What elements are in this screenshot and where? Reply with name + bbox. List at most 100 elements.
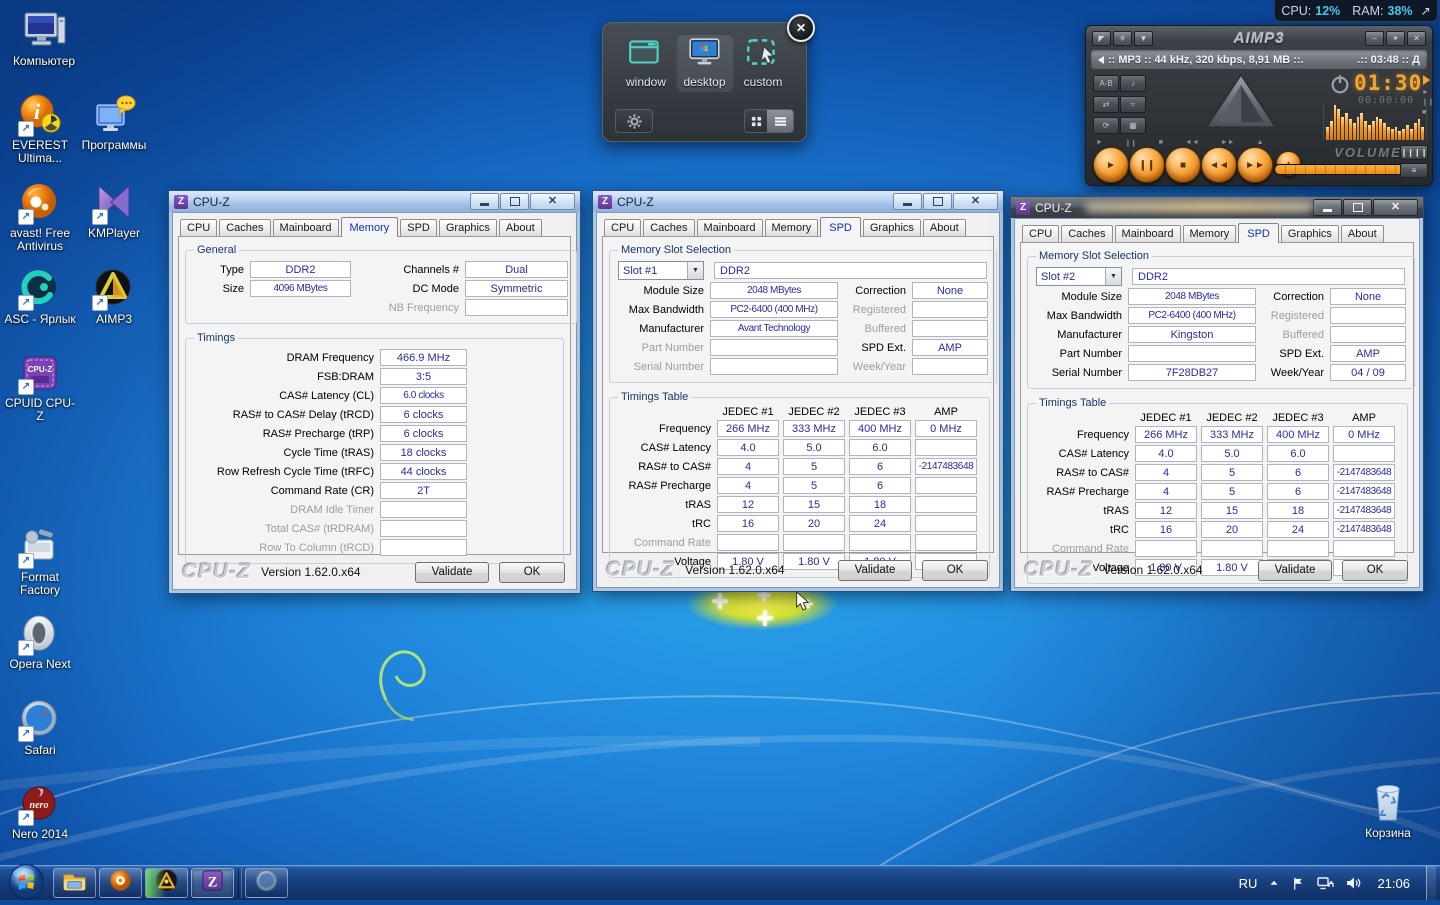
desktop-icon-avast[interactable]: ↗avast! Free Antivirus [4,180,76,253]
desktop-icon-safari[interactable]: ↗Safari [4,697,76,757]
desktop-icon-computer[interactable]: Компьютер [8,8,80,68]
next-button[interactable]: ►► [1237,147,1273,183]
show-desktop-button[interactable] [1426,866,1436,900]
action-center-icon[interactable] [1291,876,1306,891]
taskbar-button-explorer[interactable] [53,868,96,898]
tab-about[interactable]: About [499,219,542,236]
tab-caches[interactable]: Caches [219,219,270,236]
pause-button[interactable]: ❙❙ [1129,147,1165,183]
previous-button[interactable]: ◄◄ [1201,147,1237,183]
language-indicator[interactable]: RU [1239,876,1258,891]
capture-mode-window[interactable]: window [617,33,675,92]
clock[interactable]: 21:06 [1377,876,1410,891]
maximize-button[interactable] [1343,199,1372,216]
taskbar-button-aimp[interactable] [145,868,188,898]
close-button[interactable]: ✕ [953,193,998,210]
tab-caches[interactable]: Caches [1061,225,1112,242]
aimp-titlebar[interactable]: ◤✳▼ AIMP3 –✶✕ [1086,26,1432,48]
tab-memory[interactable]: Memory [341,217,399,237]
field-label: Part Number [618,342,710,354]
tab-spd[interactable]: SPD [820,217,861,237]
tab-cpu[interactable]: CPU [180,219,217,236]
cpu-ram-monitor[interactable]: CPU: 12% RAM: 38% ↗ [1274,0,1438,22]
aimp-playlist-button[interactable]: ≡ [1400,163,1428,178]
desktop-icon-asc[interactable]: ↗ASC - Ярлык [4,266,76,326]
desktop-icon-aimp3[interactable]: ↗AIMP3 [78,266,150,326]
capture-mode-custom[interactable]: custom [734,33,792,92]
maximize-button[interactable] [500,193,529,210]
tab-memory[interactable]: Memory [765,219,819,236]
timing-row: Total CAS# (tRDRAM) [194,520,555,537]
tab-spd[interactable]: SPD [1238,223,1279,243]
desktop-icon-opera-next[interactable]: ↗Opera Next [4,611,76,671]
slot-selector-dropdown[interactable]: Slot #2▼ [1036,267,1122,286]
aimp-mode-button-2[interactable]: ⇄ [1093,96,1119,113]
aimp-mode-button-0[interactable]: A-B [1093,75,1119,92]
tab-graphics[interactable]: Graphics [863,219,921,236]
ok-button[interactable]: OK [1342,560,1408,581]
chevron-down-icon[interactable]: ▼ [687,262,703,279]
minimize-button[interactable] [470,193,499,210]
stop-button[interactable]: ■ [1165,147,1201,183]
layout-toggle-button[interactable] [744,109,794,133]
aimp-mode-button-5[interactable]: ▦ [1120,117,1146,134]
taskbar-button-safari[interactable] [245,868,288,898]
aimp-settings-button[interactable]: ✳ [1113,31,1132,46]
taskbar-button-avast[interactable] [99,868,142,898]
tab-memory[interactable]: Memory [1183,225,1237,242]
ok-button[interactable]: OK [499,562,565,583]
tab-mainboard[interactable]: Mainboard [1115,225,1181,242]
aimp-ontop-button[interactable]: ✶ [1386,31,1405,46]
tab-caches[interactable]: Caches [643,219,694,236]
power-icon[interactable] [1329,73,1351,95]
expand-arrow-icon[interactable]: ↗ [1421,4,1431,18]
titlebar[interactable]: ZCPU-Z✕ [593,191,1003,212]
tab-mainboard[interactable]: Mainboard [697,219,763,236]
desktop-icon-nero[interactable]: nero↗Nero 2014 [4,781,76,841]
titlebar[interactable]: ZCPU-Z✕ [169,191,580,212]
aimp-mode-button-4[interactable]: ⟳ [1093,117,1119,134]
minimize-button[interactable] [893,193,922,210]
tab-graphics[interactable]: Graphics [1281,225,1339,242]
volume-icon[interactable] [1345,876,1361,890]
desktop-icon-format-factory[interactable]: ↗Format Factory [4,524,76,597]
tab-mainboard[interactable]: Mainboard [273,219,339,236]
taskbar-button-cpuz[interactable]: Z [191,868,234,898]
aimp-minimize-button[interactable]: – [1365,31,1384,46]
tab-cpu[interactable]: CPU [1022,225,1059,242]
tab-about[interactable]: About [1341,225,1384,242]
tab-spd[interactable]: SPD [400,219,437,236]
minimize-button[interactable] [1313,199,1342,216]
aimp-close-button[interactable]: ✕ [1407,31,1426,46]
close-button[interactable]: ✕ [1373,199,1418,216]
validate-button[interactable]: Validate [838,560,912,581]
start-button[interactable] [8,863,45,900]
hidden-icons-button[interactable] [1267,876,1281,890]
slot-selector-dropdown[interactable]: Slot #1▼ [618,261,704,280]
close-icon[interactable]: ✕ [787,14,815,42]
chevron-down-icon[interactable]: ▼ [1105,268,1121,285]
settings-button[interactable] [615,109,653,133]
network-icon[interactable] [1316,875,1335,891]
capture-mode-desktop[interactable]: desktop [676,33,734,92]
tab-about[interactable]: About [923,219,966,236]
play-button[interactable]: ► [1093,147,1129,183]
maximize-button[interactable] [923,193,952,210]
desktop-icon-cpuid-cpuz[interactable]: CPU-Z↗CPUID CPU-Z [4,350,76,423]
aimp-equalizer-button[interactable]: ❙❙❙❙ [1400,145,1428,160]
desktop-icon-kmplayer[interactable]: ↗KMPlayer [78,180,150,240]
validate-button[interactable]: Validate [1258,560,1332,581]
aimp-menu-button[interactable]: ◤ [1092,31,1111,46]
tab-cpu[interactable]: CPU [604,219,641,236]
close-button[interactable]: ✕ [530,193,575,210]
desktop-icon-programs[interactable]: Программы [78,92,150,152]
desktop-icon-recycle-bin[interactable]: Корзина [1352,780,1424,840]
titlebar[interactable]: ZCPU-Z✕ [1011,197,1423,218]
ok-button[interactable]: OK [922,560,988,581]
tab-graphics[interactable]: Graphics [439,219,497,236]
desktop-icon-everest[interactable]: i↗EVEREST Ultima... [4,92,76,165]
aimp-mode-button-3[interactable]: ≈ [1120,96,1146,113]
aimp-mode-button-1[interactable]: ♪ [1120,75,1146,92]
aimp-tray-button[interactable]: ▼ [1134,31,1153,46]
validate-button[interactable]: Validate [415,562,489,583]
